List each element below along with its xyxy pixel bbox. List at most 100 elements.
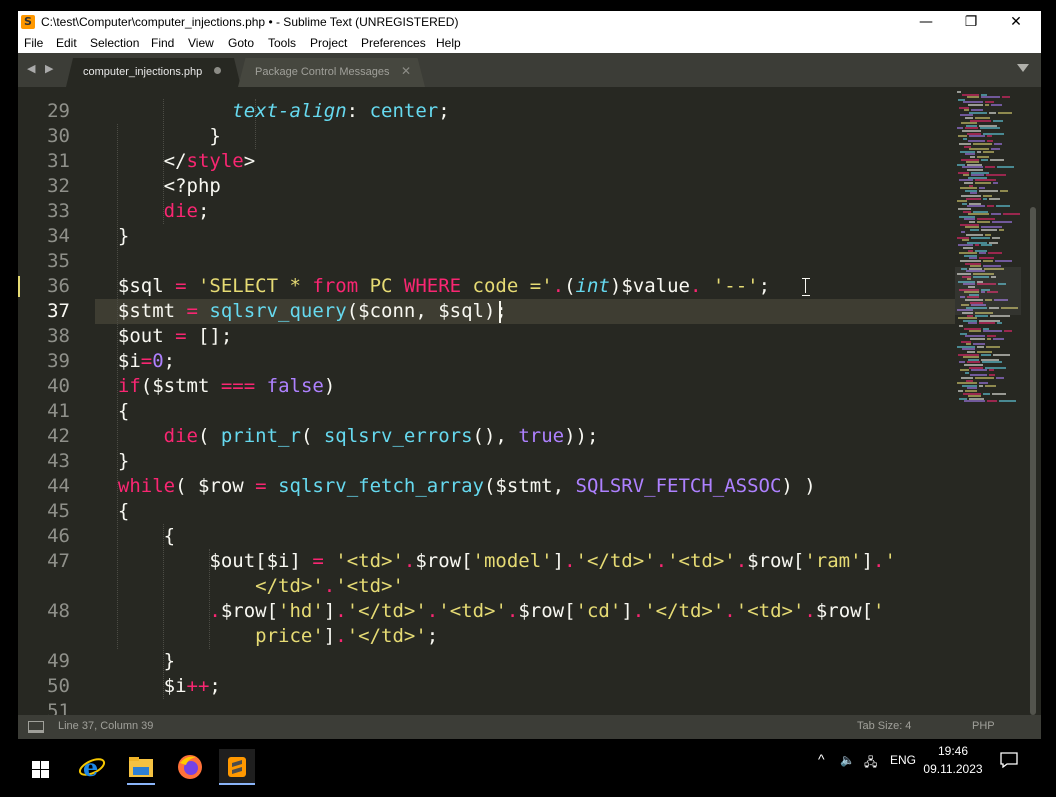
- notifications-icon[interactable]: [1000, 752, 1018, 771]
- modified-dot-icon[interactable]: [214, 67, 221, 74]
- code-line[interactable]: die( print_r( sqlsrv_errors(), true));: [95, 424, 599, 449]
- minimap-line: [987, 205, 994, 208]
- minimap-line: [971, 369, 987, 372]
- minimap-viewport[interactable]: [955, 267, 1021, 315]
- menu-preferences[interactable]: Preferences: [361, 36, 426, 50]
- code-token: $row[: [747, 550, 805, 572]
- tray-overflow-chevron-icon[interactable]: ^: [818, 751, 825, 767]
- minimap-line: [969, 330, 981, 333]
- code-token: (: [300, 425, 324, 447]
- code-line[interactable]: }: [95, 224, 129, 249]
- title-bar[interactable]: C:\test\Computer\computer_injections.php…: [18, 11, 1041, 33]
- code-line[interactable]: if($stmt === false): [95, 374, 335, 399]
- code-token: $stmt: [95, 300, 187, 322]
- code-token: (: [197, 425, 221, 447]
- menu-find[interactable]: Find: [151, 36, 174, 50]
- code-line[interactable]: die;: [95, 199, 210, 224]
- sublime-taskbar-icon[interactable]: [219, 749, 255, 785]
- code-line[interactable]: {: [95, 399, 129, 424]
- input-language[interactable]: ENG: [890, 753, 916, 767]
- maximize-button[interactable]: ❐: [948, 11, 994, 33]
- code-line[interactable]: $out = [];: [95, 324, 232, 349]
- close-tab-icon[interactable]: ✕: [401, 64, 411, 78]
- file-explorer-icon[interactable]: [123, 749, 159, 785]
- code-line[interactable]: $stmt = sqlsrv_query($conn, $sql);: [95, 299, 507, 324]
- code-line[interactable]: }: [95, 124, 220, 149]
- code-editor[interactable]: 29 30 31 32 33 34 35 36 37 38 39 40 41 42 43 44 45 46 47 48…: [18, 87, 1041, 715]
- close-button[interactable]: ✕: [993, 11, 1039, 33]
- code-token: .: [506, 600, 519, 622]
- clock-time[interactable]: 19:46: [923, 744, 983, 758]
- code-line[interactable]: .$row['hd'].'</td>'.'<td>'.$row['cd'].'<…: [95, 599, 884, 624]
- code-area[interactable]: text-align: center; } </style> <?php die…: [95, 87, 955, 715]
- minimap-line: [989, 197, 1000, 200]
- minimap-line: [997, 322, 1002, 325]
- code-line[interactable]: </td>'.'<td>': [95, 574, 404, 599]
- minimap-line: [993, 182, 998, 184]
- tab-nav-arrows[interactable]: ◀ ▶: [27, 62, 56, 75]
- minimap-line: [982, 361, 1002, 364]
- cursor-position[interactable]: Line 37, Column 39: [58, 720, 153, 732]
- scrollbar-thumb[interactable]: [1030, 207, 1036, 715]
- code-line[interactable]: $sql = 'SELECT * from PC WHERE code ='.(…: [95, 274, 770, 299]
- code-line[interactable]: <?php: [95, 174, 221, 199]
- firefox-icon[interactable]: [172, 749, 208, 785]
- minimap[interactable]: [953, 87, 1025, 715]
- internet-explorer-icon[interactable]: e: [74, 749, 110, 785]
- menu-edit[interactable]: Edit: [56, 36, 77, 50]
- mouse-ibeam-cursor-icon: [802, 278, 810, 296]
- code-line[interactable]: $i++;: [95, 674, 221, 699]
- code-line[interactable]: }: [95, 649, 175, 674]
- code-token: ;: [426, 625, 439, 647]
- minimap-line: [987, 400, 997, 403]
- minimap-line: [1000, 189, 1008, 192]
- code-line[interactable]: }: [95, 449, 129, 474]
- network-icon[interactable]: 🖧: [864, 753, 877, 774]
- code-line[interactable]: while( $row = sqlsrv_fetch_array($stmt, …: [95, 474, 816, 499]
- menu-file[interactable]: File: [24, 36, 43, 50]
- code-token: 'model': [472, 550, 553, 572]
- minimap-line: [992, 236, 1000, 239]
- syntax-mode[interactable]: PHP: [972, 720, 995, 732]
- code-token: 'SELECT *: [197, 275, 313, 297]
- start-button[interactable]: [22, 749, 58, 785]
- svg-text:e: e: [83, 753, 98, 782]
- code-line[interactable]: {: [95, 524, 175, 549]
- menu-project[interactable]: Project: [310, 36, 347, 50]
- vertical-scrollbar[interactable]: [1028, 87, 1038, 715]
- code-line[interactable]: $out[$i] = '<td>'.$row['model'].'</td>'.…: [95, 549, 896, 574]
- line-number: 43: [47, 450, 70, 472]
- clock-date[interactable]: 09.11.2023: [923, 762, 983, 776]
- tab-list-dropdown-icon[interactable]: [1017, 64, 1029, 72]
- minimize-button[interactable]: —: [903, 11, 949, 33]
- menu-tools[interactable]: Tools: [268, 36, 296, 50]
- code-line[interactable]: </style>: [95, 149, 256, 174]
- menu-help[interactable]: Help: [436, 36, 461, 50]
- code-token: >: [243, 150, 256, 172]
- code-token: style: [186, 150, 244, 172]
- code-token: ($conn, $sql);: [346, 300, 507, 322]
- sublime-app-icon: [21, 15, 35, 29]
- minimap-line: [985, 166, 995, 169]
- code-token: $i: [95, 675, 187, 697]
- menu-view[interactable]: View: [188, 36, 214, 50]
- minimap-line: [985, 104, 989, 106]
- line-number: 48: [47, 600, 70, 622]
- code-token: 'cd': [575, 600, 622, 622]
- menu-goto[interactable]: Goto: [228, 36, 254, 50]
- minimap-line: [963, 137, 967, 140]
- code-line[interactable]: price'].'</td>';: [95, 624, 438, 649]
- menu-selection[interactable]: Selection: [90, 36, 139, 50]
- code-line[interactable]: $i=0;: [95, 349, 175, 374]
- volume-muted-icon[interactable]: 🔈: [840, 753, 855, 767]
- code-token: .: [873, 550, 885, 572]
- tab-size[interactable]: Tab Size: 4: [857, 720, 911, 732]
- tab-computer-injections[interactable]: computer_injections.php: [66, 58, 241, 87]
- panel-toggle-icon[interactable]: [28, 721, 44, 733]
- code-line[interactable]: {: [95, 499, 129, 524]
- code-line[interactable]: text-align: center;: [95, 99, 449, 124]
- minimap-line: [988, 252, 1002, 255]
- tab-package-control-messages[interactable]: Package Control Messages ✕: [238, 58, 425, 87]
- code-token: sqlsrv_query: [209, 300, 347, 322]
